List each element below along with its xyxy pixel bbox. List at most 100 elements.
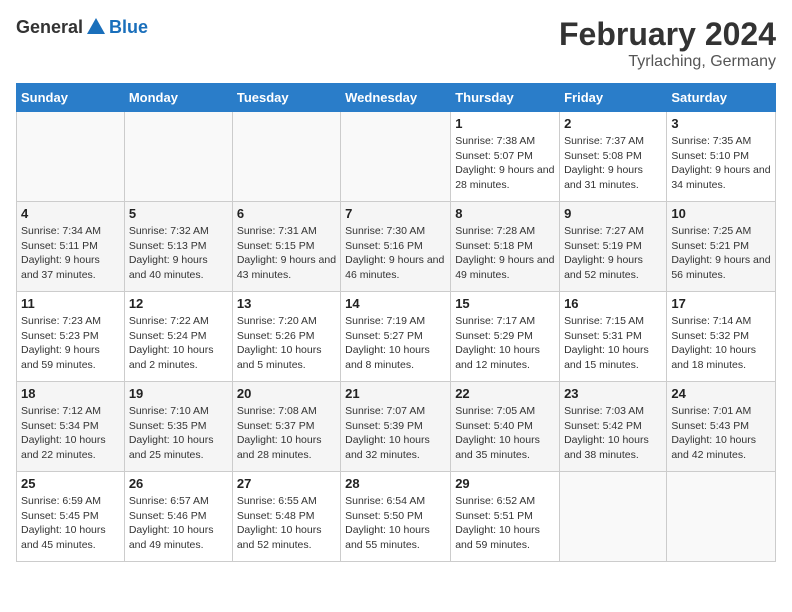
calendar-cell: 11 Sunrise: 7:23 AMSunset: 5:23 PMDayligh… xyxy=(17,292,125,382)
header-wednesday: Wednesday xyxy=(341,84,451,112)
calendar-cell: 19 Sunrise: 7:10 AMSunset: 5:35 PMDayligh… xyxy=(124,382,232,472)
day-number: 6 xyxy=(237,206,336,221)
calendar-cell: 28 Sunrise: 6:54 AMSunset: 5:50 PMDayligh… xyxy=(341,472,451,562)
calendar-cell: 6 Sunrise: 7:31 AMSunset: 5:15 PMDaylight… xyxy=(232,202,340,292)
day-number: 1 xyxy=(455,116,555,131)
calendar-week-row: 1 Sunrise: 7:38 AMSunset: 5:07 PMDaylight… xyxy=(17,112,776,202)
day-number: 23 xyxy=(564,386,662,401)
day-info: Sunrise: 7:34 AMSunset: 5:11 PMDaylight:… xyxy=(21,224,120,283)
month-title: February 2024 xyxy=(559,16,776,53)
day-info: Sunrise: 6:55 AMSunset: 5:48 PMDaylight:… xyxy=(237,494,336,553)
day-number: 15 xyxy=(455,296,555,311)
calendar-cell xyxy=(17,112,125,202)
logo: General Blue xyxy=(16,16,148,38)
day-info: Sunrise: 7:17 AMSunset: 5:29 PMDaylight:… xyxy=(455,314,555,373)
calendar-table: SundayMondayTuesdayWednesdayThursdayFrid… xyxy=(16,83,776,562)
day-info: Sunrise: 7:38 AMSunset: 5:07 PMDaylight:… xyxy=(455,134,555,193)
calendar-cell: 4 Sunrise: 7:34 AMSunset: 5:11 PMDaylight… xyxy=(17,202,125,292)
header-thursday: Thursday xyxy=(451,84,560,112)
logo-general-text: General xyxy=(16,17,83,38)
day-info: Sunrise: 7:28 AMSunset: 5:18 PMDaylight:… xyxy=(455,224,555,283)
day-info: Sunrise: 7:23 AMSunset: 5:23 PMDaylight:… xyxy=(21,314,120,373)
day-info: Sunrise: 7:14 AMSunset: 5:32 PMDaylight:… xyxy=(671,314,771,373)
calendar-cell: 20 Sunrise: 7:08 AMSunset: 5:37 PMDayligh… xyxy=(232,382,340,472)
location-title: Tyrlaching, Germany xyxy=(559,53,776,71)
day-number: 2 xyxy=(564,116,662,131)
calendar-cell: 29Sunrise: 6:52 AMSunset: 5:51 PMDayligh… xyxy=(451,472,560,562)
calendar-cell: 25Sunrise: 6:59 AMSunset: 5:45 PMDayligh… xyxy=(17,472,125,562)
day-number: 22 xyxy=(455,386,555,401)
day-info: Sunrise: 7:07 AMSunset: 5:39 PMDaylight:… xyxy=(345,404,446,463)
day-number: 18 xyxy=(21,386,120,401)
calendar-cell xyxy=(560,472,667,562)
calendar-cell xyxy=(341,112,451,202)
header-sunday: Sunday xyxy=(17,84,125,112)
day-info: Sunrise: 7:30 AMSunset: 5:16 PMDaylight:… xyxy=(345,224,446,283)
calendar-cell: 27 Sunrise: 6:55 AMSunset: 5:48 PMDayligh… xyxy=(232,472,340,562)
day-number: 20 xyxy=(237,386,336,401)
calendar-cell xyxy=(667,472,776,562)
calendar-week-row: 11 Sunrise: 7:23 AMSunset: 5:23 PMDayligh… xyxy=(17,292,776,382)
day-info: Sunrise: 7:01 AMSunset: 5:43 PMDaylight:… xyxy=(671,404,771,463)
calendar-week-row: 4 Sunrise: 7:34 AMSunset: 5:11 PMDaylight… xyxy=(17,202,776,292)
calendar-cell: 12Sunrise: 7:22 AMSunset: 5:24 PMDayligh… xyxy=(124,292,232,382)
day-number: 19 xyxy=(129,386,228,401)
day-number: 7 xyxy=(345,206,446,221)
day-number: 17 xyxy=(671,296,771,311)
day-number: 10 xyxy=(671,206,771,221)
day-info: Sunrise: 6:57 AMSunset: 5:46 PMDaylight:… xyxy=(129,494,228,553)
day-info: Sunrise: 7:10 AMSunset: 5:35 PMDaylight:… xyxy=(129,404,228,463)
calendar-cell: 3Sunrise: 7:35 AMSunset: 5:10 PMDaylight… xyxy=(667,112,776,202)
calendar-cell: 2 Sunrise: 7:37 AMSunset: 5:08 PMDaylight… xyxy=(560,112,667,202)
header-friday: Friday xyxy=(560,84,667,112)
day-number: 8 xyxy=(455,206,555,221)
calendar-week-row: 18Sunrise: 7:12 AMSunset: 5:34 PMDayligh… xyxy=(17,382,776,472)
day-number: 13 xyxy=(237,296,336,311)
calendar-cell: 17 Sunrise: 7:14 AMSunset: 5:32 PMDayligh… xyxy=(667,292,776,382)
calendar-cell: 22 Sunrise: 7:05 AMSunset: 5:40 PMDayligh… xyxy=(451,382,560,472)
calendar-cell: 18Sunrise: 7:12 AMSunset: 5:34 PMDayligh… xyxy=(17,382,125,472)
day-number: 5 xyxy=(129,206,228,221)
header-saturday: Saturday xyxy=(667,84,776,112)
day-number: 29 xyxy=(455,476,555,491)
day-number: 4 xyxy=(21,206,120,221)
calendar-week-row: 25Sunrise: 6:59 AMSunset: 5:45 PMDayligh… xyxy=(17,472,776,562)
day-info: Sunrise: 7:08 AMSunset: 5:37 PMDaylight:… xyxy=(237,404,336,463)
calendar-header-row: SundayMondayTuesdayWednesdayThursdayFrid… xyxy=(17,84,776,112)
calendar-cell: 7 Sunrise: 7:30 AMSunset: 5:16 PMDaylight… xyxy=(341,202,451,292)
calendar-cell: 8 Sunrise: 7:28 AMSunset: 5:18 PMDaylight… xyxy=(451,202,560,292)
day-info: Sunrise: 7:19 AMSunset: 5:27 PMDaylight:… xyxy=(345,314,446,373)
day-info: Sunrise: 7:32 AMSunset: 5:13 PMDaylight:… xyxy=(129,224,228,283)
day-number: 11 xyxy=(21,296,120,311)
day-info: Sunrise: 7:05 AMSunset: 5:40 PMDaylight:… xyxy=(455,404,555,463)
day-info: Sunrise: 7:03 AMSunset: 5:42 PMDaylight:… xyxy=(564,404,662,463)
calendar-cell xyxy=(124,112,232,202)
day-number: 21 xyxy=(345,386,446,401)
calendar-cell xyxy=(232,112,340,202)
day-info: Sunrise: 7:15 AMSunset: 5:31 PMDaylight:… xyxy=(564,314,662,373)
logo-blue-text: Blue xyxy=(109,17,148,38)
calendar-cell: 21 Sunrise: 7:07 AMSunset: 5:39 PMDayligh… xyxy=(341,382,451,472)
day-info: Sunrise: 7:37 AMSunset: 5:08 PMDaylight:… xyxy=(564,134,662,193)
day-number: 26 xyxy=(129,476,228,491)
day-info: Sunrise: 7:31 AMSunset: 5:15 PMDaylight:… xyxy=(237,224,336,283)
calendar-cell: 23 Sunrise: 7:03 AMSunset: 5:42 PMDayligh… xyxy=(560,382,667,472)
calendar-cell: 14Sunrise: 7:19 AMSunset: 5:27 PMDayligh… xyxy=(341,292,451,382)
calendar-cell: 5 Sunrise: 7:32 AMSunset: 5:13 PMDaylight… xyxy=(124,202,232,292)
calendar-cell: 9Sunrise: 7:27 AMSunset: 5:19 PMDaylight… xyxy=(560,202,667,292)
day-info: Sunrise: 7:25 AMSunset: 5:21 PMDaylight:… xyxy=(671,224,771,283)
day-info: Sunrise: 7:35 AMSunset: 5:10 PMDaylight:… xyxy=(671,134,771,193)
calendar-cell: 26 Sunrise: 6:57 AMSunset: 5:46 PMDayligh… xyxy=(124,472,232,562)
day-number: 12 xyxy=(129,296,228,311)
calendar-cell: 15 Sunrise: 7:17 AMSunset: 5:29 PMDayligh… xyxy=(451,292,560,382)
header-monday: Monday xyxy=(124,84,232,112)
day-number: 9 xyxy=(564,206,662,221)
day-info: Sunrise: 6:54 AMSunset: 5:50 PMDaylight:… xyxy=(345,494,446,553)
day-info: Sunrise: 7:20 AMSunset: 5:26 PMDaylight:… xyxy=(237,314,336,373)
day-number: 27 xyxy=(237,476,336,491)
calendar-cell: 10 Sunrise: 7:25 AMSunset: 5:21 PMDayligh… xyxy=(667,202,776,292)
day-number: 28 xyxy=(345,476,446,491)
page-header: General Blue February 2024 Tyrlaching, G… xyxy=(16,16,776,71)
title-area: February 2024 Tyrlaching, Germany xyxy=(559,16,776,71)
logo-icon xyxy=(85,16,107,38)
